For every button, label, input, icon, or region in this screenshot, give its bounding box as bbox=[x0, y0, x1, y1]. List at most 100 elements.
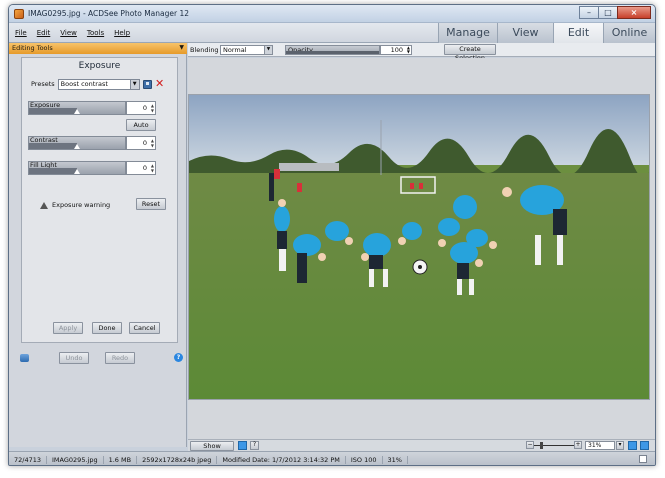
warning-icon bbox=[40, 201, 48, 209]
show-previous-button[interactable]: Show Previous bbox=[190, 441, 234, 458]
exposure-warning-label: Exposure warning bbox=[52, 201, 111, 209]
close-button[interactable]: × bbox=[617, 6, 651, 19]
contrast-slider-row: Contrast 0 ▲ ▼ bbox=[28, 136, 156, 150]
tab-online[interactable]: Online bbox=[603, 23, 655, 43]
presets-row: Presets Boost contrast ▼ ✕ bbox=[31, 78, 165, 90]
section-title: Exposure bbox=[78, 61, 121, 71]
exposure-value: 0 bbox=[142, 104, 147, 112]
contrast-slider-thumb[interactable] bbox=[74, 144, 80, 149]
create-selection-button[interactable]: Create Selection bbox=[444, 44, 496, 62]
history-icon[interactable] bbox=[20, 354, 29, 362]
fill-light-slider-row: Fill Light 0 ▲ ▼ bbox=[28, 161, 156, 175]
mode-tabs: Manage View Edit Online bbox=[438, 23, 655, 43]
exposure-slider[interactable]: Exposure bbox=[28, 101, 126, 115]
presets-label: Presets bbox=[31, 80, 55, 88]
status-zoom: 31% bbox=[383, 456, 408, 464]
exposure-value-field[interactable]: 0 ▲ ▼ bbox=[126, 101, 156, 115]
menu-help[interactable]: Help bbox=[114, 29, 130, 37]
auto-button[interactable]: Auto bbox=[126, 119, 156, 131]
zoom-in-button[interactable]: + bbox=[574, 441, 582, 449]
done-button[interactable]: Done bbox=[92, 322, 122, 334]
status-items: 72/4713 IMAG0295.jpg 1.6 MB 2592x1728x24… bbox=[13, 456, 408, 464]
apply-button[interactable]: Apply bbox=[53, 322, 83, 334]
status-position: 72/4713 bbox=[13, 456, 48, 464]
opacity-value-field[interactable]: 100 ▲ ▼ bbox=[380, 45, 412, 55]
title-bar[interactable]: IMAG0295.jpg - ACDSee Photo Manager 12 –… bbox=[9, 5, 655, 23]
zoom-value: 31% bbox=[588, 442, 602, 449]
main-menu: File Edit View Tools Help bbox=[15, 29, 130, 37]
status-modified: Modified Date: 1/7/2012 3:14:32 PM bbox=[217, 456, 346, 464]
zoom-field[interactable]: 31% bbox=[585, 441, 615, 450]
delete-preset-icon[interactable]: ✕ bbox=[155, 78, 165, 89]
spinner-arrows-icon[interactable]: ▲ ▼ bbox=[407, 46, 410, 54]
contrast-value: 0 bbox=[142, 139, 147, 147]
panel-header[interactable]: Editing Tools ▼ bbox=[9, 43, 187, 54]
fill-light-value-field[interactable]: 0 ▲ ▼ bbox=[126, 161, 156, 175]
cancel-button[interactable]: Cancel bbox=[129, 322, 160, 334]
edit-toolbar: Blending Normal ▼ Opacity 100 ▲ ▼ Create … bbox=[188, 43, 655, 62]
contrast-slider[interactable]: Contrast bbox=[28, 136, 126, 150]
help-icon[interactable]: ? bbox=[174, 353, 183, 362]
fill-light-slider[interactable]: Fill Light bbox=[28, 161, 126, 175]
opacity-slider[interactable]: Opacity bbox=[285, 45, 380, 55]
spinner-arrows-icon[interactable]: ▲ ▼ bbox=[151, 163, 154, 173]
fill-light-value: 0 bbox=[142, 164, 147, 172]
save-preset-icon[interactable] bbox=[142, 79, 152, 89]
status-filesize: 1.6 MB bbox=[104, 456, 138, 464]
contrast-value-field[interactable]: 0 ▲ ▼ bbox=[126, 136, 156, 150]
presets-dropdown[interactable]: Boost contrast ▼ bbox=[57, 78, 140, 90]
actual-size-icon[interactable] bbox=[640, 441, 649, 450]
acdsee-app-icon bbox=[14, 9, 24, 19]
fill-light-slider-track bbox=[29, 168, 77, 174]
opacity-value: 100 bbox=[390, 46, 403, 54]
menu-view[interactable]: View bbox=[60, 29, 77, 37]
image-canvas[interactable] bbox=[188, 58, 655, 439]
blending-value: Normal bbox=[223, 46, 247, 54]
photo-image bbox=[189, 95, 649, 399]
tab-manage[interactable]: Manage bbox=[438, 23, 497, 43]
editing-tools-panel: Editing Tools ▼ Exposure Presets Boost c… bbox=[9, 43, 187, 447]
maximize-button[interactable]: □ bbox=[598, 6, 618, 19]
minimize-button[interactable]: – bbox=[579, 6, 599, 19]
reset-button[interactable]: Reset bbox=[136, 198, 166, 210]
menu-edit[interactable]: Edit bbox=[37, 29, 51, 37]
fit-image-icon[interactable] bbox=[628, 441, 637, 450]
menu-bar: File Edit View Tools Help Manage View Ed… bbox=[9, 23, 655, 43]
status-dimensions: 2592x1728x24b jpeg bbox=[137, 456, 218, 464]
tab-edit[interactable]: Edit bbox=[553, 23, 603, 43]
redo-button[interactable]: Redo bbox=[105, 352, 135, 364]
menu-tools[interactable]: Tools bbox=[87, 29, 104, 37]
spinner-arrows-icon[interactable]: ▲ ▼ bbox=[151, 103, 154, 113]
panel-header-label: Editing Tools bbox=[12, 44, 53, 52]
spinner-arrows-icon[interactable]: ▲ ▼ bbox=[151, 138, 154, 148]
contrast-slider-track bbox=[29, 143, 77, 149]
fill-light-slider-thumb[interactable] bbox=[74, 169, 80, 174]
bottom-toolbar: Show Previous ? − + 31% ▾ bbox=[188, 439, 655, 458]
status-iso: ISO 100 bbox=[346, 456, 383, 464]
chevron-down-icon: ▼ bbox=[129, 79, 139, 89]
info-icon[interactable]: ? bbox=[250, 441, 259, 450]
chevron-down-icon[interactable]: ▼ bbox=[179, 45, 184, 51]
undo-button[interactable]: Undo bbox=[59, 352, 89, 364]
photo-soccer-kids[interactable] bbox=[188, 94, 650, 400]
tab-view[interactable]: View bbox=[497, 23, 553, 43]
zoom-out-button[interactable]: − bbox=[526, 441, 534, 449]
exposure-slider-row: Exposure 0 ▲ ▼ bbox=[28, 101, 156, 115]
compare-icon[interactable] bbox=[238, 441, 247, 450]
exposure-warning-row[interactable]: Exposure warning bbox=[40, 199, 110, 211]
menu-file[interactable]: File bbox=[15, 29, 27, 37]
app-window: IMAG0295.jpg - ACDSee Photo Manager 12 –… bbox=[8, 4, 656, 466]
undo-redo-row: Undo Redo ? bbox=[9, 351, 187, 365]
opacity-slider-track bbox=[286, 51, 379, 54]
window-controls: – □ × bbox=[579, 6, 651, 20]
chevron-down-icon: ▼ bbox=[264, 46, 272, 54]
blending-dropdown[interactable]: Normal ▼ bbox=[220, 45, 273, 55]
zoom-slider-thumb[interactable] bbox=[540, 442, 543, 449]
status-filename: IMAG0295.jpg bbox=[47, 456, 104, 464]
status-bar: 72/4713 IMAG0295.jpg 1.6 MB 2592x1728x24… bbox=[9, 451, 655, 465]
exposure-slider-thumb[interactable] bbox=[74, 109, 80, 114]
exposure-section: Exposure Presets Boost contrast ▼ ✕ Expo… bbox=[21, 57, 178, 343]
blending-label: Blending bbox=[190, 46, 219, 54]
window-title: IMAG0295.jpg - ACDSee Photo Manager 12 bbox=[28, 9, 190, 18]
chevron-down-icon[interactable]: ▾ bbox=[616, 441, 624, 450]
